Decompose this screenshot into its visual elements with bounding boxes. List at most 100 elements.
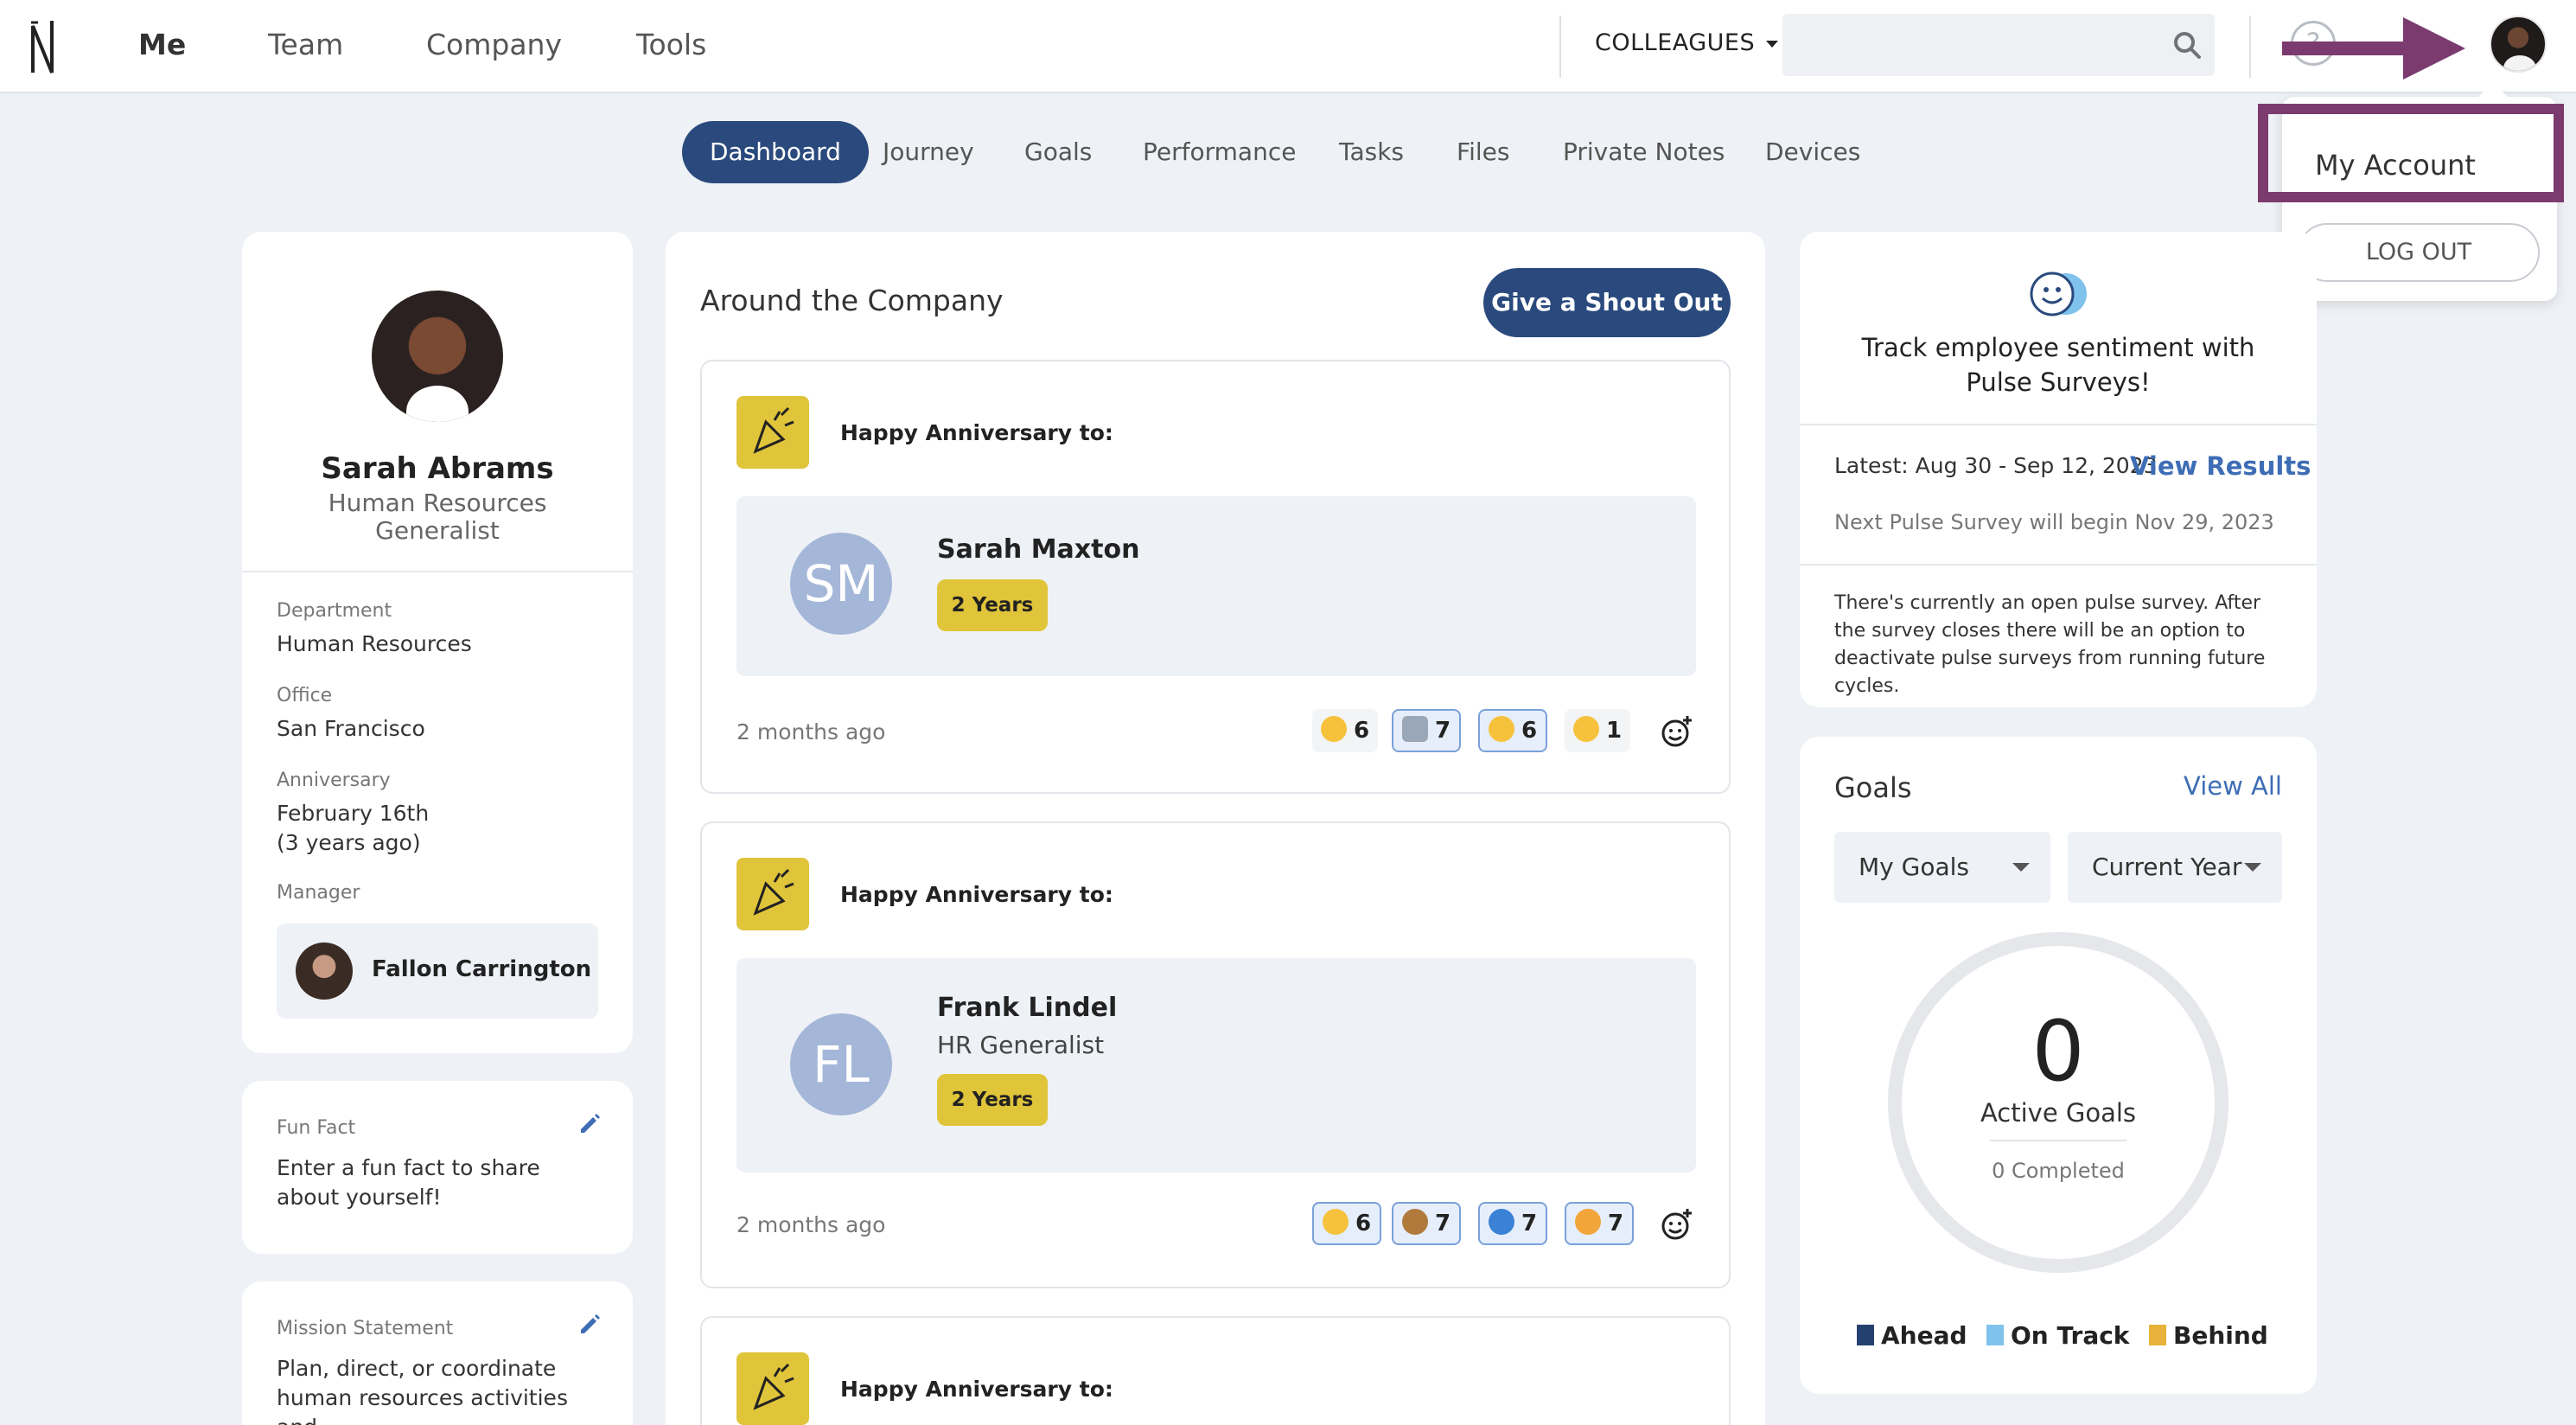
blue-heart-icon — [1489, 1208, 1514, 1235]
celebrant-name: Frank Lindel — [937, 993, 1118, 1023]
active-goals-label: Active Goals — [1980, 1098, 2137, 1128]
post-heading: Happy Anniversary to: — [840, 1377, 1113, 1402]
tab-dashboard[interactable]: Dashboard — [682, 121, 869, 183]
nav-tools[interactable]: Tools — [636, 28, 706, 61]
reaction-cowboy-face[interactable]: 7 — [1392, 1202, 1462, 1245]
goal-period-value: Current Year — [2092, 853, 2242, 881]
reaction-hugging-face[interactable]: 1 — [1565, 709, 1631, 752]
clapping-hands-icon — [1323, 1208, 1349, 1235]
anniversary-post: Happy Anniversary to: FL Frank Lindel HR… — [700, 821, 1731, 1288]
initials-avatar: FL — [790, 1013, 892, 1115]
party-popper-icon — [736, 858, 809, 930]
post-timestamp: 2 months ago — [736, 1212, 886, 1237]
tab-journey[interactable]: Journey — [855, 121, 1002, 183]
goal-owner-value: My Goals — [1859, 853, 1969, 881]
robot-icon — [1402, 715, 1428, 742]
anniversary-value: February 16th — [277, 801, 430, 826]
divider — [1800, 424, 2317, 425]
add-reaction-icon[interactable] — [1660, 714, 1694, 749]
mission-label: Mission Statement — [277, 1318, 454, 1339]
celebrant-card[interactable]: FL Frank Lindel HR Generalist 2 Years — [736, 958, 1696, 1173]
company-logo[interactable] — [26, 16, 61, 78]
pencil-icon[interactable] — [577, 1313, 602, 1337]
cat-face-icon — [1575, 1208, 1601, 1235]
give-shout-out-button[interactable]: Give a Shout Out — [1483, 268, 1731, 337]
nav-team[interactable]: Team — [268, 28, 343, 61]
view-all-goals-link[interactable]: View All — [2184, 771, 2282, 801]
legend-behind: Behind — [2149, 1321, 2268, 1350]
search-input[interactable] — [1782, 14, 2215, 76]
tab-tasks[interactable]: Tasks — [1311, 121, 1431, 183]
anniversary-label: Anniversary — [277, 770, 391, 791]
mission-text: Plan, direct, or coordinate human resour… — [277, 1356, 568, 1425]
fun-fact-label: Fun Fact — [277, 1117, 356, 1139]
years-badge: 2 Years — [937, 579, 1048, 631]
logout-button[interactable]: LOG OUT — [2298, 223, 2540, 282]
feed-title: Around the Company — [700, 284, 1004, 317]
divider — [1800, 564, 2317, 566]
office-value: San Francisco — [277, 716, 425, 741]
caret-down-icon — [1766, 40, 1779, 48]
user-avatar[interactable] — [2490, 16, 2547, 73]
tab-private-notes[interactable]: Private Notes — [1535, 121, 1752, 183]
manager-name: Fallon Carrington — [372, 956, 592, 982]
celebrant-role: HR Generalist — [937, 1031, 1105, 1059]
post-heading: Happy Anniversary to: — [840, 882, 1113, 907]
post-timestamp: 2 months ago — [736, 719, 886, 744]
office-label: Office — [277, 685, 333, 706]
my-account-link[interactable]: My Account — [2315, 149, 2476, 182]
reaction-robot[interactable]: 7 — [1392, 709, 1462, 752]
add-reaction-icon[interactable] — [1660, 1207, 1694, 1242]
fun-fact-text[interactable]: Enter a fun fact to share about yourself… — [277, 1153, 605, 1212]
pulse-promo-text: Track employee sentiment with Pulse Surv… — [1861, 333, 2255, 397]
celebrant-card[interactable]: SM Sarah Maxton 2 Years — [736, 496, 1696, 676]
mission-statement-card: Mission Statement Plan, direct, or coord… — [242, 1281, 633, 1425]
nav-divider — [2249, 16, 2251, 78]
years-badge: 2 Years — [937, 1074, 1048, 1126]
tab-goals[interactable]: Goals — [997, 121, 1119, 183]
fun-fact-card: Fun Fact Enter a fun fact to share about… — [242, 1081, 633, 1254]
view-results-link[interactable]: View Results — [2130, 451, 2311, 481]
anniversary-post: Happy Anniversary to: SM Sarah Maxton 2 … — [700, 360, 1731, 794]
ahead-swatch — [1857, 1325, 1874, 1345]
pencil-icon[interactable] — [577, 1112, 602, 1136]
department-label: Department — [277, 600, 392, 622]
completed-goals: 0 Completed — [1992, 1159, 2125, 1183]
profile-job-title: Human Resources Generalist — [328, 489, 547, 545]
post-heading: Happy Anniversary to: — [840, 420, 1113, 445]
on-track-swatch — [1986, 1325, 2004, 1345]
reaction-blue-heart[interactable]: 7 — [1478, 1202, 1548, 1245]
caret-down-icon — [2244, 863, 2261, 872]
colleagues-dropdown[interactable]: COLLEAGUES — [1595, 29, 1779, 56]
arrow-annotation-icon — [2282, 17, 2465, 80]
celebrant-name: Sarah Maxton — [937, 534, 1140, 565]
behind-swatch — [2149, 1325, 2166, 1345]
anniversary-ago: (3 years ago) — [277, 830, 421, 855]
nav-company[interactable]: Company — [426, 28, 562, 61]
top-navigation-bar: Me Team Company Tools COLLEAGUES ? — [0, 0, 2576, 93]
reaction-clapping-hands[interactable]: 6 — [1312, 1202, 1382, 1245]
cowboy-face-icon — [1402, 1208, 1428, 1235]
reaction-raised-hands[interactable]: 6 — [1312, 709, 1379, 752]
tab-files[interactable]: Files — [1429, 121, 1537, 183]
tab-performance[interactable]: Performance — [1115, 121, 1323, 183]
raised-hands-icon — [1321, 715, 1347, 742]
pulse-survey-card: Track employee sentiment with Pulse Surv… — [1800, 232, 2317, 707]
divider — [242, 571, 633, 572]
manager-card[interactable]: Fallon Carrington — [277, 923, 598, 1019]
tab-devices[interactable]: Devices — [1738, 121, 1888, 183]
manager-label: Manager — [277, 882, 360, 904]
goal-owner-select[interactable]: My Goals — [1834, 832, 2050, 903]
pulse-description: There's currently an open pulse survey. … — [1834, 592, 2266, 697]
search-icon[interactable] — [2171, 29, 2203, 61]
caret-down-icon — [2012, 863, 2030, 872]
reaction-cat-face[interactable]: 7 — [1565, 1202, 1635, 1245]
heart-hands-icon — [1489, 715, 1514, 742]
profile-card: Sarah Abrams Human Resources Generalist … — [242, 232, 633, 1053]
profile-photo — [372, 291, 503, 422]
goal-period-select[interactable]: Current Year — [2068, 832, 2282, 903]
hugging-face-icon — [1573, 715, 1599, 742]
reaction-heart-hands[interactable]: 6 — [1478, 709, 1548, 752]
nav-divider — [1559, 16, 1561, 78]
nav-me[interactable]: Me — [138, 28, 186, 61]
